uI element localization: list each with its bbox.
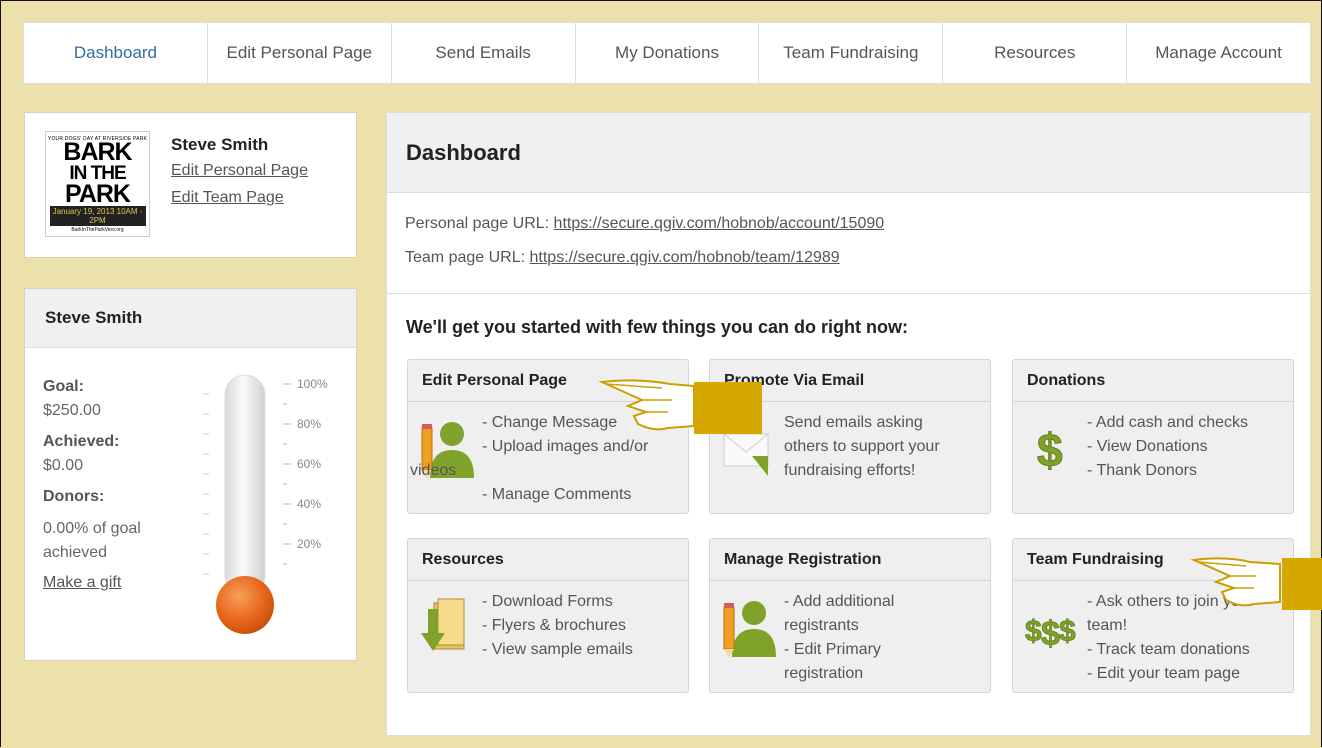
svg-text:$: $ [1041, 615, 1060, 653]
multi-dollar-icon: $ $ $ [1025, 615, 1077, 654]
dollar-icon: $ [1037, 424, 1064, 477]
achieved-label: Achieved: [43, 433, 120, 450]
logo-date: January 19, 2013 10AM - 2PM [49, 205, 146, 226]
card-text: - Add additional registrants - Edit Prim… [784, 590, 984, 686]
card-manage-registration[interactable]: Manage Registration - Add additional reg… [709, 538, 991, 693]
card-line: - Edit your team page [1087, 665, 1240, 682]
card-line: - Track team donations [1087, 641, 1250, 658]
thermometer-right-ticks [283, 383, 291, 565]
card-line: - Flyers & brochures [482, 617, 627, 634]
tab-dashboard[interactable]: Dashboard [24, 23, 208, 83]
tab-edit-personal-page[interactable]: Edit Personal Page [208, 23, 392, 83]
card-line: - Edit Primary [784, 641, 881, 658]
card-line: Send emails asking [784, 414, 923, 431]
thermo-tick-60: 60% [297, 457, 321, 471]
card-text: - Add cash and checks - View Donations -… [1087, 411, 1287, 483]
goal-label: Goal: [43, 378, 84, 395]
team-url-link[interactable]: https://secure.qgiv.com/hobnob/team/1298… [530, 249, 840, 266]
personal-url-label: Personal page URL: [405, 215, 550, 232]
card-line: - Upload images and/or [482, 438, 649, 455]
card-line: - Add cash and checks [1087, 414, 1248, 431]
card-line: - View sample emails [482, 641, 633, 658]
edit-team-page-link[interactable]: Edit Team Page [171, 189, 284, 207]
thermo-tick-40: 40% [297, 497, 321, 511]
personal-url-link[interactable]: https://secure.qgiv.com/hobnob/account/1… [554, 215, 885, 232]
logo-line-1: BARK [63, 137, 132, 166]
card-line: fundraising efforts! [784, 462, 916, 479]
dashboard-panel: Dashboard Personal page URL: https://sec… [386, 112, 1311, 736]
profile-card: YOUR DOGS' DAY AT RIVERSIDE PARK BARK IN… [24, 112, 357, 258]
card-title: Manage Registration [710, 539, 990, 581]
tab-team-fundraising[interactable]: Team Fundraising [759, 23, 944, 83]
tab-my-donations[interactable]: My Donations [576, 23, 760, 83]
card-resources[interactable]: Resources - Download Forms - Flyers & br… [407, 538, 689, 693]
card-line: team! [1087, 617, 1128, 634]
card-line: - View Donations [1087, 438, 1208, 455]
percent-achieved: achieved [43, 544, 108, 561]
thermo-tick-100: 100% [297, 377, 328, 391]
logo-url: BarkInTheParkVero.org [71, 226, 124, 233]
goal-value: $250.00 [43, 402, 101, 419]
pointing-hand-icon [1190, 557, 1322, 610]
card-line: - Download Forms [482, 593, 613, 610]
achieved-value: $0.00 [43, 457, 84, 474]
card-text: Send emails asking others to support you… [784, 411, 984, 483]
card-line: - Manage Comments [482, 486, 632, 503]
card-title: Donations [1013, 360, 1293, 402]
pointing-hand-icon [598, 379, 762, 434]
intro-heading: We'll get you started with few things yo… [406, 317, 908, 337]
tab-manage-account[interactable]: Manage Account [1127, 23, 1310, 83]
card-title: Resources [408, 539, 688, 581]
logo-line-3: PARK [65, 179, 131, 208]
thermo-tick-20: 20% [297, 537, 321, 551]
card-line: registrants [784, 617, 859, 634]
svg-text:$: $ [1059, 615, 1076, 648]
edit-personal-page-link[interactable]: Edit Personal Page [171, 162, 308, 180]
thermo-tick-80: 80% [297, 417, 321, 431]
thermometer-bulb [216, 576, 274, 634]
card-line: registration [784, 665, 864, 682]
team-url-row: Team page URL: https://secure.qgiv.com/h… [405, 249, 840, 267]
fundraising-stats-card: Steve Smith Goal: $250.00 Achieved: $0.0… [24, 288, 357, 661]
percent-of-goal: 0.00% of goal [43, 520, 141, 537]
card-donations[interactable]: Donations $ - Add cash and checks - View… [1012, 359, 1294, 514]
card-line: others to support your [784, 438, 940, 455]
tab-send-emails[interactable]: Send Emails [392, 23, 576, 83]
tab-resources[interactable]: Resources [943, 23, 1128, 83]
stats-title: Steve Smith [25, 289, 356, 348]
card-line: - Add additional [784, 593, 895, 610]
thermometer-left-ticks [203, 393, 209, 575]
make-a-gift-link[interactable]: Make a gift [43, 574, 121, 592]
page-title: Dashboard [387, 113, 1310, 193]
team-url-label: Team page URL: [405, 249, 526, 266]
person-edit-icon [723, 601, 776, 658]
card-text: - Download Forms - Flyers & brochures - … [482, 590, 682, 662]
svg-text:$: $ [1025, 615, 1042, 648]
profile-name: Steve Smith [171, 135, 269, 154]
download-folder-icon [421, 598, 465, 651]
personal-url-row: Personal page URL: https://secure.qgiv.c… [405, 215, 884, 233]
svg-text:$: $ [1037, 424, 1063, 476]
card-line: videos [410, 462, 457, 479]
top-nav: Dashboard Edit Personal Page Send Emails… [23, 22, 1311, 84]
card-line: - Thank Donors [1087, 462, 1197, 479]
donors-label: Donors: [43, 488, 105, 505]
event-logo: YOUR DOGS' DAY AT RIVERSIDE PARK BARK IN… [45, 131, 150, 237]
thermometer-gauge: 100% 80% 60% 40% 20% [203, 374, 328, 634]
thermometer-tube [224, 374, 266, 596]
panel-divider [387, 293, 1310, 294]
